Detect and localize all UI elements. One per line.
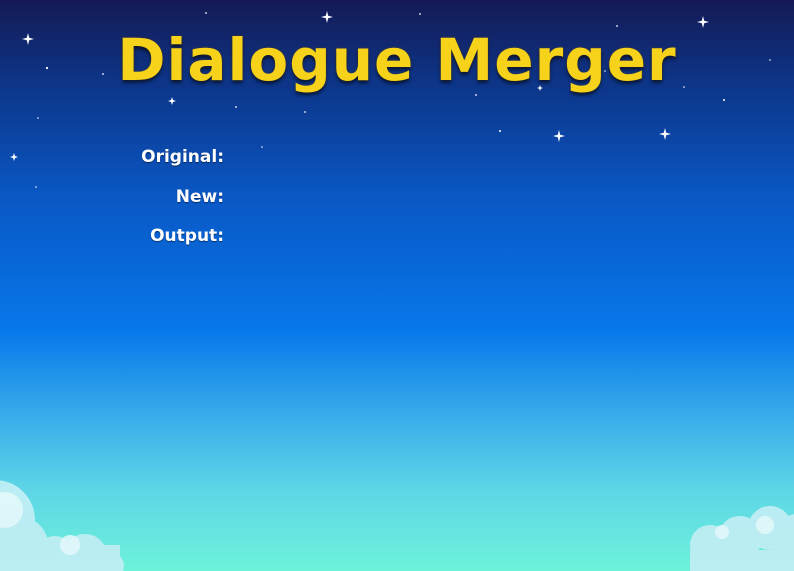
cloud-right	[690, 506, 794, 571]
app-title: Dialogue Merger	[117, 26, 677, 94]
output-label: Output:	[150, 226, 224, 246]
new-label: New:	[175, 187, 224, 207]
original-label: Original:	[141, 147, 224, 167]
cloud-left	[0, 480, 124, 571]
